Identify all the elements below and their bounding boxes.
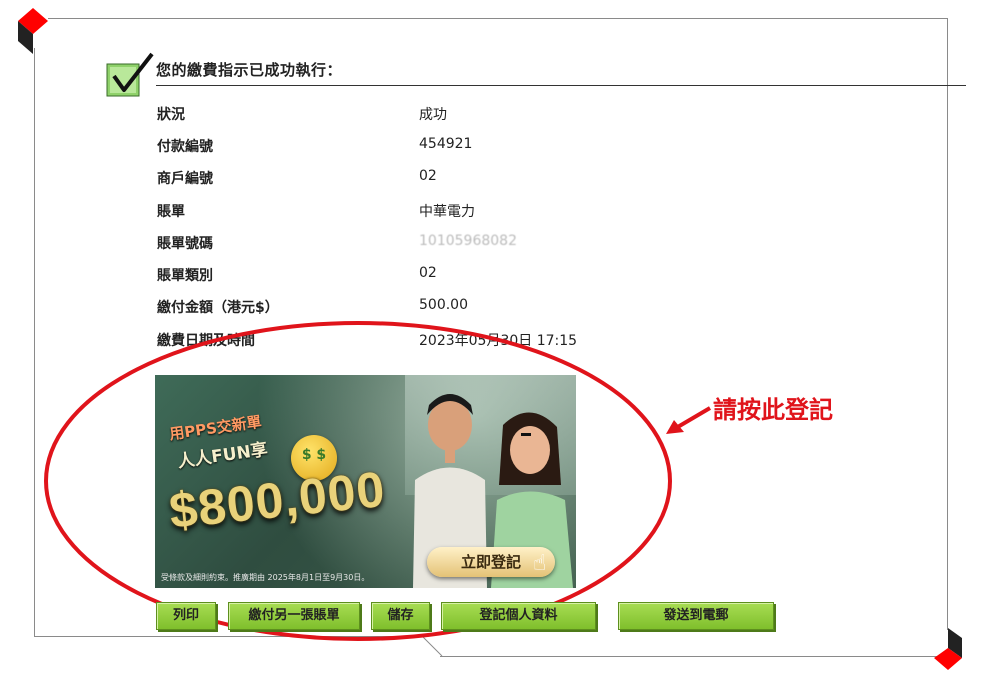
- register-profile-button[interactable]: 登記個人資料: [441, 602, 596, 630]
- pointer-hand-icon: ☝: [533, 551, 547, 576]
- frame-bottom-notch: [421, 635, 443, 657]
- detail-label: 賬單: [157, 204, 185, 220]
- detail-row-bill-type: 賬單類別 02: [157, 263, 857, 287]
- detail-value: 10105968082: [419, 233, 517, 249]
- frame-bottom-line-left: [34, 636, 424, 637]
- detail-row-bill: 賬單 中華電力: [157, 199, 857, 223]
- annotation-callout: 請按此登記: [666, 390, 866, 436]
- detail-row-merchant-no: 商戶編號 02: [157, 166, 857, 190]
- frame-right-line: [947, 18, 948, 630]
- detail-row-payment-no: 付款編號 454921: [157, 134, 857, 158]
- promo-banner[interactable]: 用PPS交新單 人人FUN享 $ $ $800,000 立即登記 ☝ 受條款及細…: [155, 375, 576, 588]
- detail-value: 500.00: [419, 297, 468, 313]
- pay-another-bill-button[interactable]: 繳付另一張賬單: [228, 602, 360, 630]
- detail-label: 付款編號: [157, 139, 213, 155]
- detail-value: 中華電力: [419, 204, 475, 220]
- detail-row-datetime: 繳費日期及時間 2023年05月30日 17:15: [157, 328, 857, 352]
- detail-label: 繳付金額（港元$）: [157, 300, 279, 316]
- detail-row-status: 狀況 成功: [157, 102, 857, 126]
- corner-decoration-bottom-right: [934, 628, 962, 670]
- frame-left-line: [34, 48, 35, 636]
- detail-value: 02: [419, 168, 437, 184]
- detail-label: 商戶編號: [157, 171, 213, 187]
- banner-terms-text: 受條款及細則約束。推廣期由 2025年8月1日至9月30日。: [161, 573, 370, 582]
- success-header: 您的繳費指示已成功執行：: [106, 52, 966, 98]
- detail-label: 賬單類別: [157, 268, 213, 284]
- print-button[interactable]: 列印: [156, 602, 216, 630]
- annotation-text: 請按此登記: [713, 395, 833, 424]
- frame-top-line: [48, 18, 948, 19]
- detail-row-bill-number: 賬單號碼 10105968082: [157, 231, 857, 255]
- corner-decoration-top-left: [18, 8, 48, 54]
- checkmark-icon: [106, 52, 154, 97]
- detail-label: 繳費日期及時間: [157, 333, 255, 349]
- save-button[interactable]: 儲存: [371, 602, 430, 630]
- detail-value: 成功: [419, 107, 447, 123]
- success-title: 您的繳費指示已成功執行：: [156, 61, 343, 79]
- detail-value: 02: [419, 265, 437, 281]
- detail-row-amount: 繳付金額（港元$） 500.00: [157, 295, 857, 319]
- detail-value: 2023年05月30日 17:15: [419, 333, 578, 349]
- frame-bottom-line-right: [440, 656, 940, 657]
- detail-label: 狀況: [157, 107, 185, 123]
- send-email-button[interactable]: 發送到電郵: [618, 602, 774, 630]
- detail-label: 賬單號碼: [157, 236, 213, 252]
- header-divider: [156, 85, 966, 86]
- arrow-left-icon: [666, 406, 712, 434]
- detail-value: 454921: [419, 136, 473, 152]
